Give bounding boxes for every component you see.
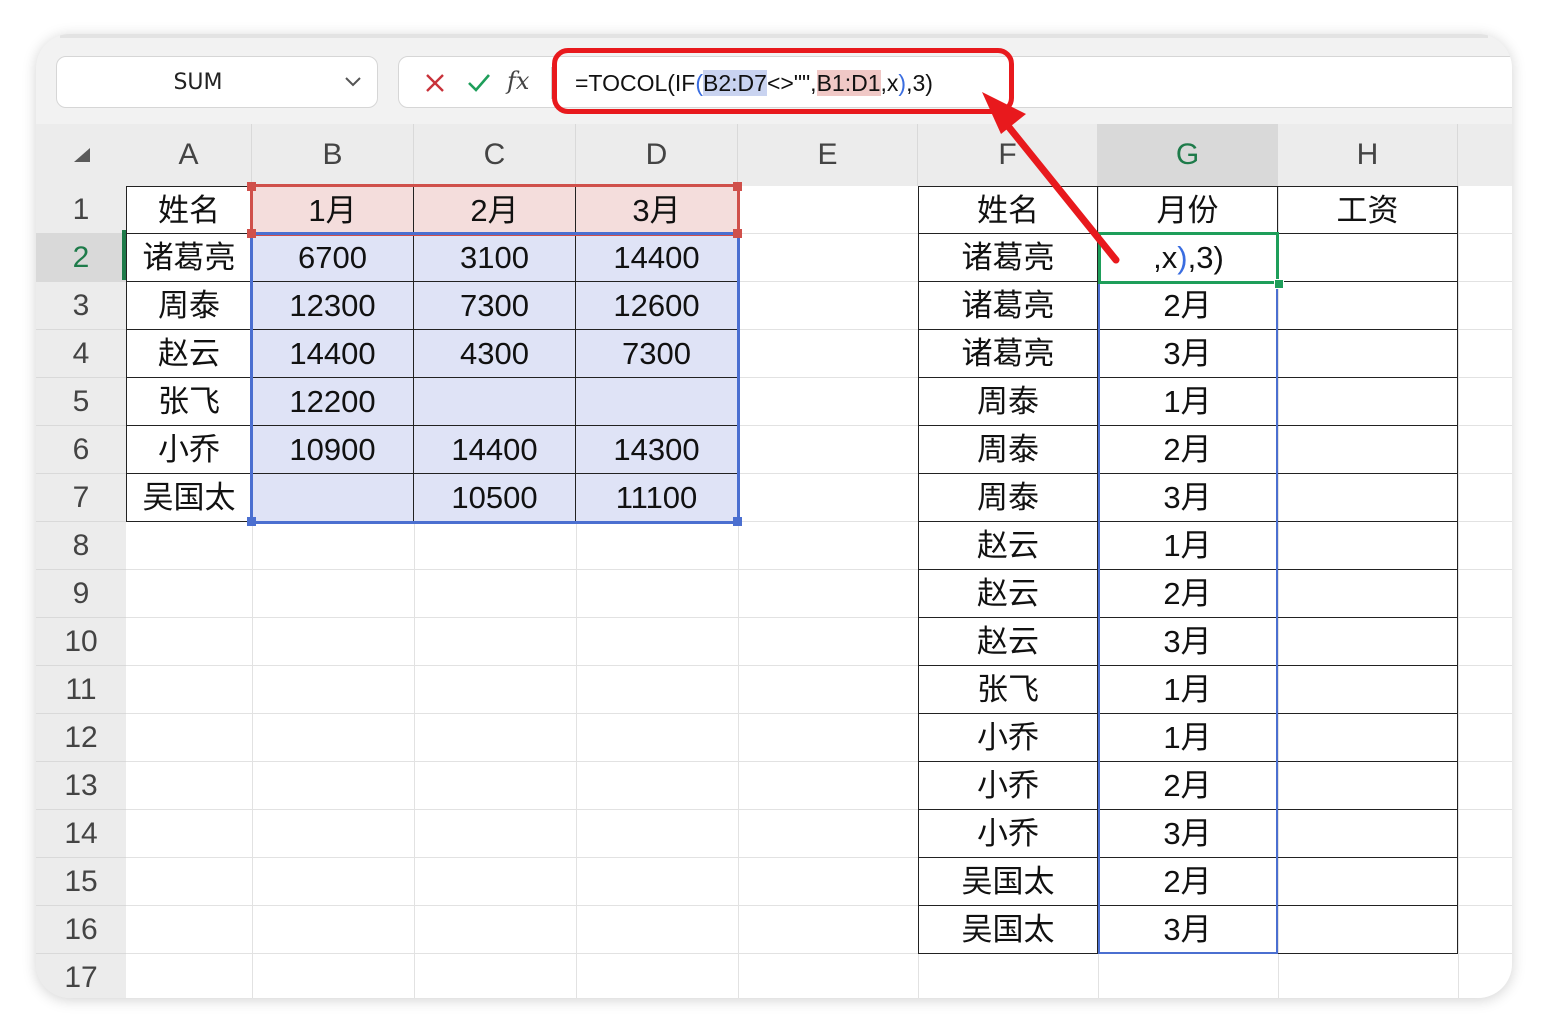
right-table-cell[interactable] xyxy=(1278,330,1458,378)
left-table-cell[interactable]: 张飞 xyxy=(126,378,252,426)
range-handle[interactable] xyxy=(733,517,742,526)
right-table-header-cell[interactable]: 工资 xyxy=(1278,186,1458,234)
row-header-2[interactable]: 2 xyxy=(36,234,126,282)
row-header-3[interactable]: 3 xyxy=(36,282,126,330)
right-table-header-cell[interactable]: 月份 xyxy=(1098,186,1278,234)
range-handle[interactable] xyxy=(247,517,256,526)
column-header-e[interactable]: E xyxy=(738,124,918,186)
spreadsheet-window: SUM fx =TOCOL(IF(B2:D7<>"",B1:D1,x),3) A… xyxy=(36,34,1512,998)
formula-annotation-box xyxy=(552,48,1014,114)
left-table-cell[interactable]: 周泰 xyxy=(126,282,252,330)
right-table-cell[interactable]: 赵云 xyxy=(918,570,1098,618)
left-table-header-cell[interactable]: 姓名 xyxy=(126,186,252,234)
row-header-11[interactable]: 11 xyxy=(36,666,126,714)
range-handle[interactable] xyxy=(733,182,742,191)
column-header-d[interactable]: D xyxy=(576,124,738,186)
name-box[interactable]: SUM xyxy=(56,56,378,108)
chevron-down-icon[interactable] xyxy=(343,71,363,91)
row-header-15[interactable]: 15 xyxy=(36,858,126,906)
gridline xyxy=(1458,186,1459,998)
right-table-cell[interactable] xyxy=(1278,714,1458,762)
editing-cell-paren: ) xyxy=(1177,240,1188,275)
right-table-cell[interactable]: 吴国太 xyxy=(918,858,1098,906)
row-header-12[interactable]: 12 xyxy=(36,714,126,762)
right-table-cell[interactable]: 周泰 xyxy=(918,474,1098,522)
column-header-c[interactable]: C xyxy=(414,124,576,186)
right-table-cell[interactable]: 赵云 xyxy=(918,618,1098,666)
right-table-cell[interactable]: 吴国太 xyxy=(918,906,1098,954)
right-table-cell[interactable] xyxy=(1278,810,1458,858)
editing-cell-tail: ,3) xyxy=(1187,240,1224,275)
right-table-cell[interactable]: 诸葛亮 xyxy=(918,330,1098,378)
right-table-cell[interactable]: 小乔 xyxy=(918,714,1098,762)
column-header-g[interactable]: G xyxy=(1098,124,1278,186)
column-header-f[interactable]: F xyxy=(918,124,1098,186)
right-table-cell[interactable] xyxy=(1278,570,1458,618)
right-table-cell[interactable]: 诸葛亮 xyxy=(918,234,1098,282)
row-header-10[interactable]: 10 xyxy=(36,618,126,666)
right-table-cell[interactable] xyxy=(1278,858,1458,906)
select-all-icon xyxy=(74,148,90,162)
right-table-cell[interactable]: 小乔 xyxy=(918,810,1098,858)
row-header-14[interactable]: 14 xyxy=(36,810,126,858)
right-table-cell[interactable]: 张飞 xyxy=(918,666,1098,714)
row-header-5[interactable]: 5 xyxy=(36,378,126,426)
row-header-17[interactable]: 17 xyxy=(36,954,126,998)
column-header-next[interactable] xyxy=(1458,124,1512,186)
left-table-cell[interactable]: 诸葛亮 xyxy=(126,234,252,282)
editing-cell-text: ,x xyxy=(1153,240,1178,275)
spill-range-outline xyxy=(1098,280,1278,954)
left-table-cell[interactable]: 赵云 xyxy=(126,330,252,378)
month-range-outline xyxy=(250,184,740,236)
range-handle[interactable] xyxy=(733,229,742,238)
range-handle[interactable] xyxy=(247,229,256,238)
enter-check-icon[interactable] xyxy=(465,69,493,97)
fx-icon[interactable]: fx xyxy=(507,67,541,95)
right-table-cell[interactable]: 诸葛亮 xyxy=(918,282,1098,330)
select-all-button[interactable] xyxy=(36,124,126,186)
row-header-9[interactable]: 9 xyxy=(36,570,126,618)
column-header-b[interactable]: B xyxy=(252,124,414,186)
row-header-7[interactable]: 7 xyxy=(36,474,126,522)
range-handle[interactable] xyxy=(247,182,256,191)
active-cell-g2[interactable]: ,x),3) xyxy=(1098,232,1279,284)
row-header-6[interactable]: 6 xyxy=(36,426,126,474)
left-table-cell[interactable]: 小乔 xyxy=(126,426,252,474)
cell-area[interactable]: 姓名 1月 2月 3月 诸葛亮 6700 3100 14400 周泰 12300 7300 12600… xyxy=(126,182,1512,998)
left-table-cell[interactable]: 吴国太 xyxy=(126,474,252,522)
value-range-outline xyxy=(250,232,740,524)
right-table-cell[interactable] xyxy=(1278,378,1458,426)
right-table-cell[interactable] xyxy=(1278,474,1458,522)
right-table-cell[interactable] xyxy=(1278,666,1458,714)
right-table-cell[interactable]: 周泰 xyxy=(918,378,1098,426)
row-header-16[interactable]: 16 xyxy=(36,906,126,954)
right-table-cell[interactable] xyxy=(1278,762,1458,810)
right-table-cell[interactable] xyxy=(1278,522,1458,570)
row-header-13[interactable]: 13 xyxy=(36,762,126,810)
row-header-8[interactable]: 8 xyxy=(36,522,126,570)
row-header-1[interactable]: 1 xyxy=(36,186,126,234)
column-header-a[interactable]: A xyxy=(126,124,252,186)
right-table-header-cell[interactable]: 姓名 xyxy=(918,186,1098,234)
right-table-cell[interactable] xyxy=(1278,618,1458,666)
sheet-grid[interactable]: A B C D E F G H 1 2 3 4 5 6 7 8 9 10 11 12 13 14 15 16 1… xyxy=(36,124,1512,998)
row-header-4[interactable]: 4 xyxy=(36,330,126,378)
right-table-cell[interactable]: 周泰 xyxy=(918,426,1098,474)
cancel-icon[interactable] xyxy=(421,69,449,97)
right-table-cell[interactable] xyxy=(1278,282,1458,330)
name-box-value: SUM xyxy=(173,69,223,95)
fill-handle[interactable] xyxy=(1274,279,1284,289)
right-table-cell[interactable] xyxy=(1278,234,1458,282)
right-table-cell[interactable]: 赵云 xyxy=(918,522,1098,570)
right-table-cell[interactable] xyxy=(1278,906,1458,954)
right-table-cell[interactable] xyxy=(1278,426,1458,474)
right-table-cell[interactable]: 小乔 xyxy=(918,762,1098,810)
column-header-h[interactable]: H xyxy=(1278,124,1458,186)
